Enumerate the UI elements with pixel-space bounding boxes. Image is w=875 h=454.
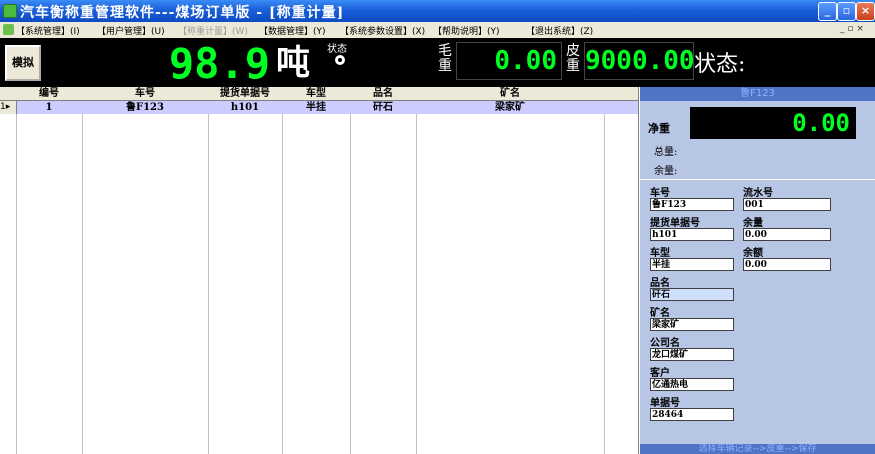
amount-field[interactable]: 0.00: [743, 258, 831, 271]
status-label: 状态: [327, 44, 347, 55]
bill-number-field[interactable]: h101: [650, 228, 734, 241]
vehicle-records-grid[interactable]: 编号 车号 提货单据号 车型 品名 矿名 1 鲁F123 h101 半挂 矸石 …: [0, 87, 639, 454]
menu-exit[interactable]: 【退出系统】(Z): [526, 24, 593, 37]
mdi-window-controls[interactable]: _ ▫ ×: [840, 24, 864, 34]
record-detail-panel: 鲁F123 净重 0.00 总量: 余量: 车号 鲁F123 流水号 001 提…: [640, 87, 875, 454]
tare-weight-label: 皮重: [566, 43, 580, 74]
status-radio-icon[interactable]: [335, 55, 345, 65]
net-weight-display: 0.00: [690, 107, 856, 139]
serial-field[interactable]: 001: [743, 198, 831, 211]
product-field[interactable]: 矸石: [650, 288, 734, 301]
menu-system-management[interactable]: 【系统管理】(I): [16, 24, 80, 37]
menu-bar: 【系统管理】(I) 【用户管理】(U) 【称重计量】(W) 【数据管理】(Y) …: [0, 22, 875, 39]
grid-col-mine: [416, 87, 605, 454]
customer-label: 客户: [650, 368, 670, 379]
document-icon: [3, 24, 14, 35]
plate-label: 车号: [650, 188, 670, 199]
net-weight-label: 净重: [648, 122, 670, 135]
document-number-label: 单据号: [650, 398, 680, 409]
tare-weight-display: 9000.00: [584, 42, 695, 80]
gross-weight-display: 0.00: [456, 42, 562, 80]
amount-label: 余额: [743, 248, 763, 259]
gross-weight-label: 毛重: [438, 43, 452, 74]
header-number[interactable]: 编号: [16, 87, 82, 100]
menu-help[interactable]: 【帮助说明】(Y): [433, 24, 500, 37]
weight-display-bar: 模拟 98.9 吨 状态 毛重 0.00 皮重 9000.00 状态:: [0, 38, 875, 87]
header-plate[interactable]: 车号: [82, 87, 208, 100]
cell-number[interactable]: 1: [16, 101, 82, 114]
menu-weighing[interactable]: 【称重计量】(W): [178, 24, 248, 37]
plate-field[interactable]: 鲁F123: [650, 198, 734, 211]
menu-user-management[interactable]: 【用户管理】(U): [97, 24, 165, 37]
weight-unit: 吨: [276, 43, 310, 83]
row-indicator[interactable]: 1▸: [0, 101, 17, 114]
balance-field[interactable]: 0.00: [743, 228, 831, 241]
window-title: 汽车衡称重管理软件---煤场订单版 - [称重计量]: [20, 5, 345, 21]
instruction-footer: 选择车辆记录-->皮重-->保存: [640, 444, 875, 454]
mine-field[interactable]: 梁家矿: [650, 318, 734, 331]
state-text: 状态:: [694, 52, 746, 77]
grid-col-indicator: [0, 87, 17, 454]
cell-vehicle-type[interactable]: 半挂: [282, 101, 350, 114]
cell-bill-number[interactable]: h101: [208, 101, 282, 114]
serial-label: 流水号: [743, 188, 773, 199]
title-bar: 汽车衡称重管理软件---煤场订单版 - [称重计量] _ ▫ ×: [0, 0, 875, 22]
balance-label: 余量: [743, 218, 763, 229]
mine-label: 矿名: [650, 308, 670, 319]
minimize-button[interactable]: _: [818, 2, 837, 21]
cell-plate[interactable]: 鲁F123: [82, 101, 208, 114]
remaining-amount-label: 余量:: [654, 166, 678, 177]
app-icon: [3, 4, 17, 18]
current-weight-display: 98.9: [168, 39, 270, 88]
menu-system-parameters[interactable]: 【系统参数设置】(X): [340, 24, 425, 37]
document-number-field[interactable]: 28464: [650, 408, 734, 421]
maximize-button[interactable]: ▫: [837, 2, 856, 21]
vehicle-type-field[interactable]: 半挂: [650, 258, 734, 271]
vehicle-type-label: 车型: [650, 248, 670, 259]
header-product[interactable]: 品名: [350, 87, 416, 100]
header-bill-number[interactable]: 提货单据号: [208, 87, 282, 100]
grid-header: 编号 车号 提货单据号 车型 品名 矿名: [0, 87, 638, 101]
panel-header: 鲁F123: [640, 87, 875, 101]
simulate-button[interactable]: 模拟: [5, 45, 41, 81]
grid-col-plate: [82, 87, 209, 454]
grid-col-bill: [208, 87, 283, 454]
customer-field[interactable]: 亿通热电: [650, 378, 734, 391]
cell-product[interactable]: 矸石: [350, 101, 416, 114]
company-label: 公司名: [650, 338, 680, 349]
detail-form: 车号 鲁F123 流水号 001 提货单据号 h101 余量 0.00 车型 半…: [640, 179, 875, 442]
grid-col-number: [16, 87, 83, 454]
grid-col-type: [282, 87, 351, 454]
bill-number-label: 提货单据号: [650, 218, 700, 229]
grid-col-product: [350, 87, 417, 454]
total-amount-label: 总量:: [654, 147, 678, 158]
header-vehicle-type[interactable]: 车型: [282, 87, 350, 100]
product-label: 品名: [650, 278, 670, 289]
table-row[interactable]: 1 鲁F123 h101 半挂 矸石 梁家矿: [0, 101, 638, 114]
cell-mine[interactable]: 梁家矿: [416, 101, 604, 114]
menu-data-management[interactable]: 【数据管理】(Y): [259, 24, 326, 37]
close-button[interactable]: ×: [856, 2, 875, 21]
header-mine[interactable]: 矿名: [416, 87, 604, 100]
company-field[interactable]: 龙口煤矿: [650, 348, 734, 361]
